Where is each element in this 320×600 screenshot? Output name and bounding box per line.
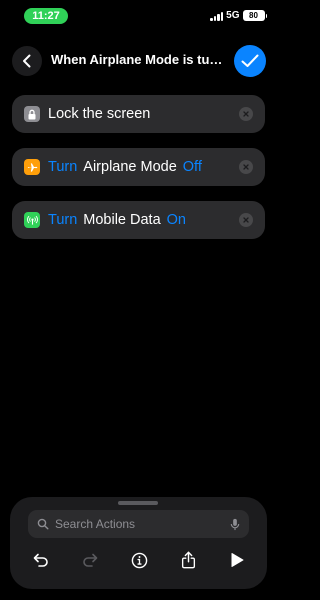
info-button[interactable]	[122, 545, 156, 575]
action-label: Lock the screen	[48, 106, 151, 122]
editor-toolbar	[24, 545, 254, 575]
time-pill[interactable]: 11:27	[24, 8, 68, 24]
verb-parameter[interactable]: Turn	[48, 159, 77, 175]
action-airplane-mode[interactable]: Turn Airplane Mode Off	[12, 148, 265, 186]
done-button[interactable]	[234, 45, 266, 77]
info-icon	[131, 552, 147, 568]
run-button[interactable]	[220, 545, 254, 575]
battery-tip	[265, 13, 267, 18]
play-icon	[231, 553, 244, 567]
undo-icon	[33, 553, 48, 567]
action-object: Airplane Mode	[83, 159, 177, 175]
remove-action-button[interactable]	[239, 213, 253, 227]
editor-header: When Airplane Mode is turne...	[0, 44, 277, 78]
verb-parameter[interactable]: Turn	[48, 212, 77, 228]
search-actions-field[interactable]: Search Actions	[28, 510, 249, 538]
actions-bottom-sheet: Search Actions	[10, 497, 267, 589]
status-indicators: 5G 80	[210, 10, 267, 21]
action-text: Turn Mobile Data On	[48, 212, 186, 228]
microphone-icon[interactable]	[230, 518, 240, 531]
close-icon	[243, 217, 249, 223]
action-text: Lock the screen	[48, 106, 150, 122]
network-type: 5G	[226, 10, 240, 21]
action-object: Mobile Data	[83, 212, 161, 228]
battery-level: 80	[249, 11, 258, 20]
back-button[interactable]	[12, 46, 42, 76]
battery-icon: 80	[242, 10, 265, 21]
lock-icon	[24, 106, 40, 122]
share-button[interactable]	[171, 545, 205, 575]
signal-icon	[210, 11, 224, 21]
remove-action-button[interactable]	[239, 107, 253, 121]
search-icon	[37, 518, 49, 530]
sheet-grabber[interactable]	[118, 501, 158, 505]
state-parameter[interactable]: Off	[183, 159, 202, 175]
shortcut-title[interactable]: When Airplane Mode is turne...	[51, 52, 227, 67]
action-mobile-data[interactable]: Turn Mobile Data On	[12, 201, 265, 239]
cellular-icon	[24, 212, 40, 228]
search-placeholder: Search Actions	[55, 517, 136, 531]
state-parameter[interactable]: On	[167, 212, 186, 228]
chevron-left-icon	[23, 54, 31, 68]
remove-action-button[interactable]	[239, 160, 253, 174]
checkmark-icon	[241, 54, 259, 67]
status-bar: 11:27 5G 80	[0, 0, 277, 36]
airplane-icon	[24, 159, 40, 175]
status-time: 11:27	[32, 10, 60, 22]
redo-icon	[83, 553, 98, 567]
action-text: Turn Airplane Mode Off	[48, 159, 202, 175]
redo-button[interactable]	[73, 545, 107, 575]
close-icon	[243, 164, 249, 170]
share-icon	[181, 551, 195, 569]
undo-button[interactable]	[24, 545, 58, 575]
close-icon	[243, 111, 249, 117]
action-lock-screen[interactable]: Lock the screen	[12, 95, 265, 133]
